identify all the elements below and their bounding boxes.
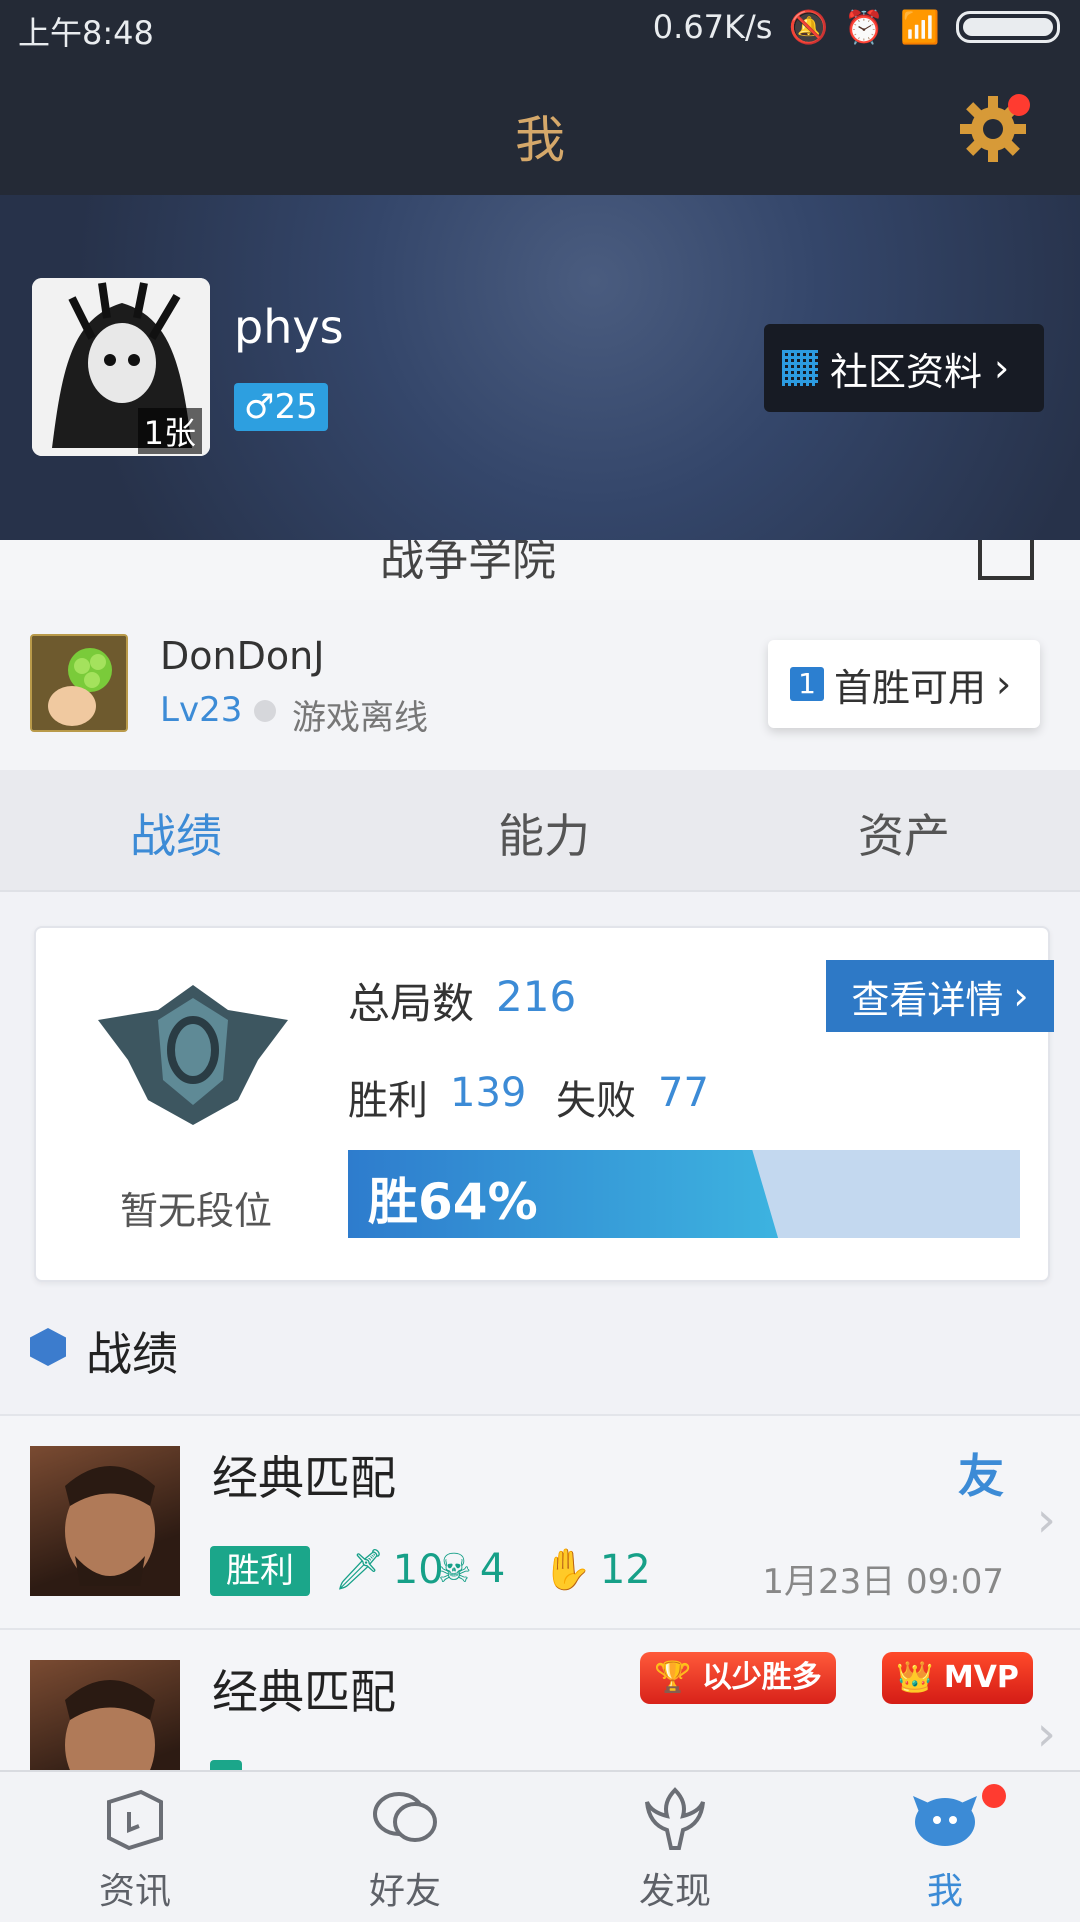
- view-details-button[interactable]: 查看详情 ›: [826, 960, 1054, 1032]
- match-result-badge: 胜利: [210, 1546, 310, 1596]
- nav-discover[interactable]: 发现: [575, 1782, 775, 1914]
- losses-label: 失败: [556, 1078, 636, 1124]
- first-win-label: 首胜可用: [834, 665, 987, 710]
- offline-status-dot: [254, 700, 276, 722]
- server-name: 战争学院: [380, 540, 556, 586]
- champion-portrait-image: [65, 1680, 155, 1772]
- nav-news-label: 资讯: [98, 1871, 171, 1912]
- battery-icon: [956, 11, 1060, 43]
- page-title: 我: [515, 111, 565, 169]
- username: phys: [234, 300, 344, 354]
- friend-icon: 友: [958, 1449, 1004, 1503]
- nav-me-label: 我: [926, 1871, 963, 1912]
- champion-portrait: [30, 1660, 180, 1772]
- chevron-right-icon: ›: [1036, 1706, 1056, 1762]
- win-rate-bar: 胜64%: [348, 1150, 1020, 1238]
- win-rate-text: 胜64%: [368, 1173, 538, 1231]
- assists-value: 12: [599, 1546, 651, 1593]
- nav-news[interactable]: 资讯: [35, 1782, 235, 1914]
- tab-assets[interactable]: 资产: [858, 800, 950, 866]
- nav-friends-label: 好友: [368, 1871, 441, 1912]
- sword-icon: 🗡: [334, 1547, 385, 1593]
- mvp-badge-label: MVP: [943, 1660, 1019, 1695]
- chevron-right-icon: ›: [994, 346, 1010, 390]
- comeback-badge-label: 以少胜多: [701, 1660, 822, 1695]
- comeback-badge: 🏆 以少胜多: [640, 1652, 836, 1704]
- total-games-value: 216: [496, 972, 577, 1021]
- section-title: 战绩: [86, 1327, 178, 1381]
- losses-value: 77: [658, 1070, 709, 1116]
- status-bar: 上午8:48 0.67K/s 🔕 ⏰ 📶: [0, 0, 1080, 60]
- poro-icon: [913, 1796, 977, 1846]
- summoner-name: DonDonJ: [160, 634, 325, 678]
- qr-code-icon: [782, 350, 818, 386]
- wins-label: 胜利: [348, 1078, 428, 1124]
- nav-friends[interactable]: 好友: [305, 1782, 505, 1914]
- match-row[interactable]: 经典匹配 🏆 以少胜多 👑 MVP ›: [0, 1628, 1080, 1772]
- summoner-icon-image: [32, 636, 126, 730]
- mvp-badge: 👑 MVP: [882, 1652, 1033, 1704]
- tab-ability[interactable]: 能力: [498, 800, 590, 866]
- user-avatar[interactable]: 1张: [32, 278, 210, 456]
- match-mode: 经典匹配: [212, 1451, 396, 1505]
- champion-portrait: [30, 1446, 180, 1596]
- summoner-level: Lv23: [160, 690, 243, 730]
- tab-record[interactable]: 战绩: [130, 800, 222, 866]
- match-mode: 经典匹配: [212, 1665, 396, 1719]
- rank-label: 暂无段位: [120, 1189, 273, 1233]
- hexagon-icon: [30, 1328, 66, 1366]
- chevron-right-icon: ›: [996, 662, 1012, 706]
- top-header: 我: [0, 60, 1080, 195]
- kills-stat: 🗡 10: [334, 1546, 444, 1594]
- server-row[interactable]: 战争学院: [0, 540, 1080, 602]
- crown-icon: 👑: [896, 1660, 934, 1695]
- nav-discover-label: 发现: [638, 1871, 711, 1912]
- community-profile-label: 社区资料: [830, 349, 983, 394]
- champion-portrait-image: [65, 1466, 155, 1586]
- status-time: 上午8:48: [18, 14, 154, 52]
- skull-icon: ☠: [436, 1546, 472, 1592]
- view-details-label: 查看详情: [851, 977, 1004, 1022]
- community-profile-button[interactable]: 社区资料 ›: [764, 324, 1044, 412]
- rank-emblem-icon: [98, 985, 288, 1125]
- network-speed: 0.67K/s: [652, 8, 773, 46]
- first-win-count: 1: [790, 667, 824, 701]
- total-games-label: 总局数: [348, 979, 475, 1028]
- chat-bubble-icon: [373, 1792, 437, 1842]
- hand-icon: ✋: [542, 1547, 592, 1593]
- wins-value: 139: [450, 1070, 527, 1116]
- status-icons: 0.67K/s 🔕 ⏰ 📶: [653, 8, 1060, 46]
- nav-me[interactable]: 我: [845, 1782, 1045, 1914]
- gender-age-badge: ♂25: [234, 383, 328, 431]
- match-row[interactable]: 经典匹配 友 › 胜利 🗡 10 ☠ 4 ✋ 12 1月23日 09:07: [0, 1414, 1080, 1630]
- mute-icon: 🔕: [788, 8, 829, 46]
- wifi-icon: 📶: [900, 8, 940, 46]
- settings-notification-dot: [1008, 94, 1030, 116]
- summoner-icon: [30, 634, 128, 732]
- avatar-photo-count: 1张: [137, 408, 202, 454]
- alarm-icon: ⏰: [844, 8, 885, 46]
- deaths-value: 4: [479, 1546, 506, 1592]
- book-icon: [107, 1789, 163, 1851]
- deaths-stat: ☠ 4: [436, 1546, 505, 1592]
- chevron-right-icon: ›: [1013, 974, 1029, 1018]
- match-time: 1月23日 09:07: [762, 1562, 1004, 1602]
- chevron-right-icon: ›: [1036, 1492, 1056, 1548]
- me-notification-dot: [982, 1784, 1006, 1808]
- share-icon[interactable]: [978, 540, 1034, 580]
- game-status: 游戏离线: [292, 698, 428, 738]
- first-win-button[interactable]: 1 首胜可用 ›: [768, 640, 1040, 728]
- trophy-icon: 🏆: [654, 1660, 692, 1695]
- assists-stat: ✋ 12: [542, 1546, 651, 1594]
- spirit-icon: [645, 1787, 705, 1850]
